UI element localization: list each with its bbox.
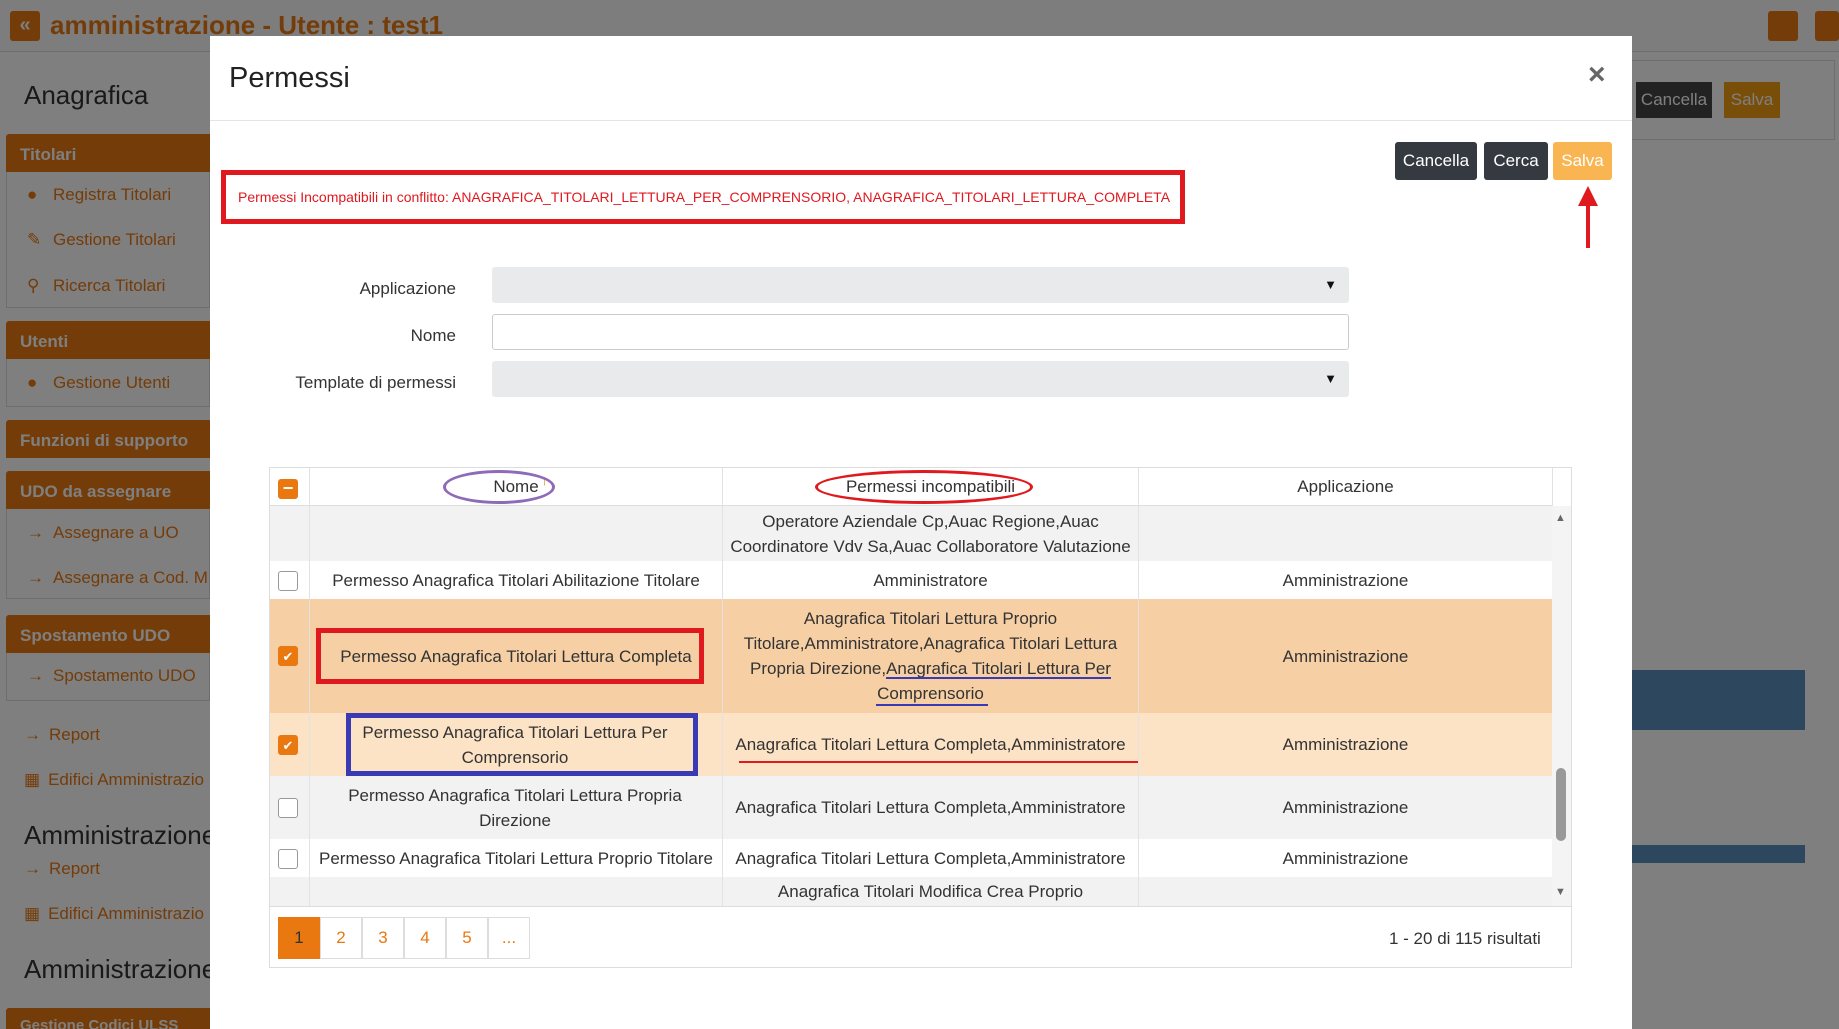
applicazione-label: Applicazione	[359, 279, 456, 298]
scroll-up-icon[interactable]: ▲	[1555, 512, 1566, 524]
page-button-more[interactable]: ...	[488, 917, 530, 959]
cell-applicazione: Amministrazione	[1282, 735, 1409, 754]
nome-label: Nome	[410, 326, 456, 345]
caret-down-icon: ▼	[1324, 277, 1337, 292]
nome-input[interactable]	[492, 314, 1349, 350]
row-checkbox[interactable]: ✔	[278, 735, 298, 755]
cell-incompatibili: Anagrafica Titolari Lettura Completa,Amm…	[735, 735, 1126, 754]
cell-applicazione: Amministrazione	[1282, 646, 1409, 666]
page-button-5[interactable]: 5	[446, 917, 488, 959]
scrollbar-thumb[interactable]	[1556, 768, 1566, 841]
save-button[interactable]: Salva	[1553, 142, 1612, 180]
annotation-underline-red	[739, 761, 1138, 763]
page-button-1[interactable]: 1	[278, 917, 320, 959]
cell-nome: Permesso Anagrafica Titolari Lettura Pro…	[318, 848, 714, 868]
modal-divider	[210, 120, 1632, 121]
select-all-checkbox[interactable]: −	[278, 479, 298, 499]
error-message: Permessi Incompatibili in conflitto: ANA…	[221, 170, 1185, 224]
cell-incompatibili: Anagrafica Titolari Modifica Crea Propri…	[777, 882, 1084, 901]
scroll-down-icon[interactable]: ▼	[1555, 886, 1566, 898]
results-count: 1 - 20 di 115 risultati	[1389, 929, 1541, 948]
cell-incompatibili: Amministratore	[873, 570, 988, 590]
cell-incompatibili: Anagrafica Titolari Lettura Completa,Amm…	[735, 848, 1126, 868]
cell-incompatibili: Anagrafica Titolari Lettura Proprio Tito…	[743, 609, 1118, 703]
annotation-arrow	[1578, 186, 1598, 248]
caret-down-icon: ▼	[1324, 371, 1337, 386]
cell-nome: Permesso Anagrafica Titolari Abilitazion…	[332, 570, 700, 590]
annotation-underline-blue	[886, 677, 1111, 679]
cell-applicazione: Amministrazione	[1282, 570, 1409, 590]
row-checkbox[interactable]	[278, 849, 298, 869]
search-button[interactable]: Cerca	[1484, 142, 1548, 180]
cell-applicazione: Amministrazione	[1282, 798, 1409, 817]
cell-nome: Permesso Anagrafica Titolari Lettura Pro…	[348, 785, 682, 830]
annotation-box-blue	[346, 713, 698, 776]
annotation-underline-blue	[876, 704, 988, 706]
row-checkbox[interactable]	[278, 571, 298, 591]
annotation-oval-purple	[443, 470, 555, 504]
cell-incompatibili: Operatore Aziendale Cp,Auac Regione,Auac…	[730, 511, 1131, 556]
table-scrollbar[interactable]	[1552, 506, 1571, 906]
column-header-applicazione[interactable]: Applicazione	[1139, 468, 1552, 506]
column-divider	[1552, 468, 1553, 506]
annotation-oval-red	[815, 470, 1033, 504]
cell-incompatibili: Anagrafica Titolari Lettura Completa,Amm…	[735, 798, 1126, 817]
page-button-4[interactable]: 4	[404, 917, 446, 959]
applicazione-select[interactable]: ▼	[492, 267, 1349, 303]
page-button-3[interactable]: 3	[362, 917, 404, 959]
row-checkbox[interactable]	[278, 798, 298, 818]
modal-title: Permessi	[229, 62, 350, 94]
annotation-box-red	[316, 628, 704, 684]
template-select[interactable]: ▼	[492, 361, 1349, 397]
page-button-2[interactable]: 2	[320, 917, 362, 959]
row-checkbox[interactable]: ✔	[278, 646, 298, 666]
template-label: Template di permessi	[295, 373, 456, 392]
cell-applicazione: Amministrazione	[1282, 848, 1409, 868]
close-icon[interactable]: ×	[1588, 58, 1606, 92]
cancel-button[interactable]: Cancella	[1395, 142, 1477, 180]
